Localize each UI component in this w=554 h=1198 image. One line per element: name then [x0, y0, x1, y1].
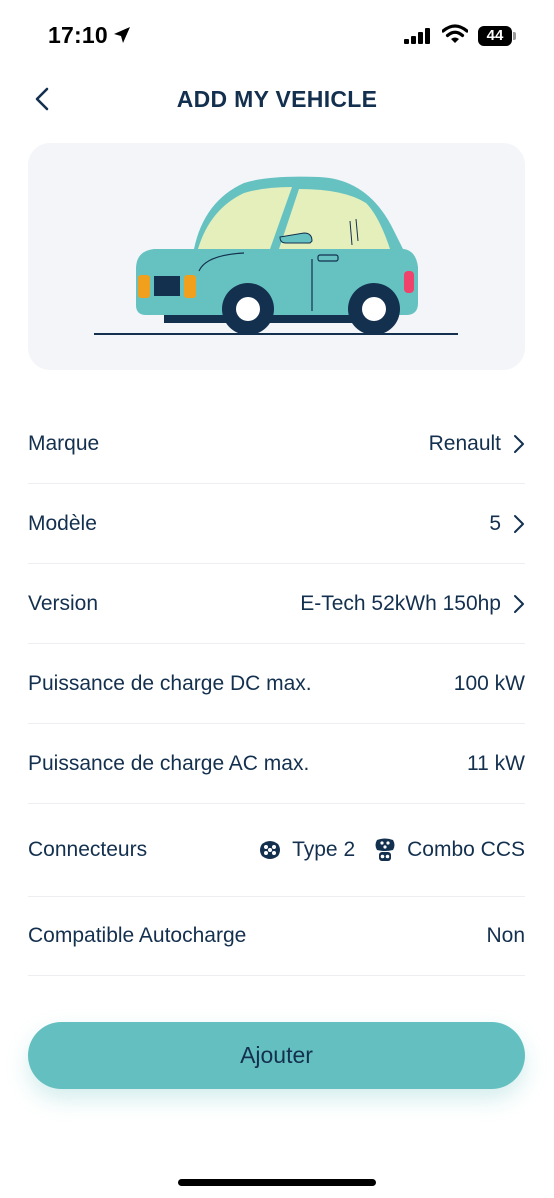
connector-type2: Type 2	[258, 838, 355, 862]
add-button[interactable]: Ajouter	[28, 1022, 525, 1089]
car-illustration	[94, 176, 458, 335]
vehicle-info-list: Marque Renault Modèle 5 Version E-Tech 5…	[28, 404, 525, 976]
row-label: Connecteurs	[28, 838, 148, 861]
row-label: Version	[28, 591, 99, 615]
row-value: Renault	[428, 431, 501, 455]
status-bar: 17:10 44	[0, 0, 554, 72]
connector-label: Combo CCS	[407, 838, 525, 861]
type2-connector-icon	[260, 841, 281, 859]
header: ADD MY VEHICLE	[0, 80, 554, 120]
chevron-right-icon	[514, 514, 524, 533]
ccs-connector-icon	[375, 838, 395, 861]
row-label: Compatible Autocharge	[28, 924, 247, 947]
vehicle-illustration-card	[28, 143, 525, 370]
row-dc-power: Puissance de charge DC max. 100 kW	[28, 644, 525, 724]
location-arrow-icon	[114, 27, 130, 43]
row-version[interactable]: Version E-Tech 52kWh 150hp	[28, 564, 525, 644]
row-label: Puissance de charge DC max.	[28, 671, 312, 695]
connector-label: Type 2	[292, 838, 356, 861]
row-label: Puissance de charge AC max.	[28, 751, 310, 775]
chevron-right-icon	[514, 434, 524, 453]
signal-icon	[404, 28, 430, 44]
wifi-icon	[442, 24, 468, 43]
battery-icon: 44	[478, 26, 516, 46]
status-time: 17:10	[48, 22, 108, 48]
row-marque[interactable]: Marque Renault	[28, 404, 525, 484]
row-autocharge: Compatible Autocharge Non	[28, 897, 525, 976]
row-value: Non	[486, 924, 525, 947]
row-value: 100 kW	[453, 671, 525, 695]
battery-level: 44	[486, 27, 504, 44]
chevron-right-icon	[514, 594, 524, 613]
home-indicator	[178, 1179, 376, 1186]
row-value: 11 kW	[467, 751, 525, 775]
page-title: ADD MY VEHICLE	[176, 86, 378, 112]
row-value: E-Tech 52kWh 150hp	[300, 591, 501, 615]
row-ac-power: Puissance de charge AC max. 11 kW	[28, 724, 525, 804]
connector-ccs: Combo CCS	[373, 838, 525, 862]
row-value: 5	[489, 511, 501, 535]
row-label: Marque	[28, 431, 100, 455]
row-label: Modèle	[28, 511, 97, 535]
row-connectors: Connecteurs Type 2 Combo CCS	[28, 804, 525, 897]
row-modele[interactable]: Modèle 5	[28, 484, 525, 564]
